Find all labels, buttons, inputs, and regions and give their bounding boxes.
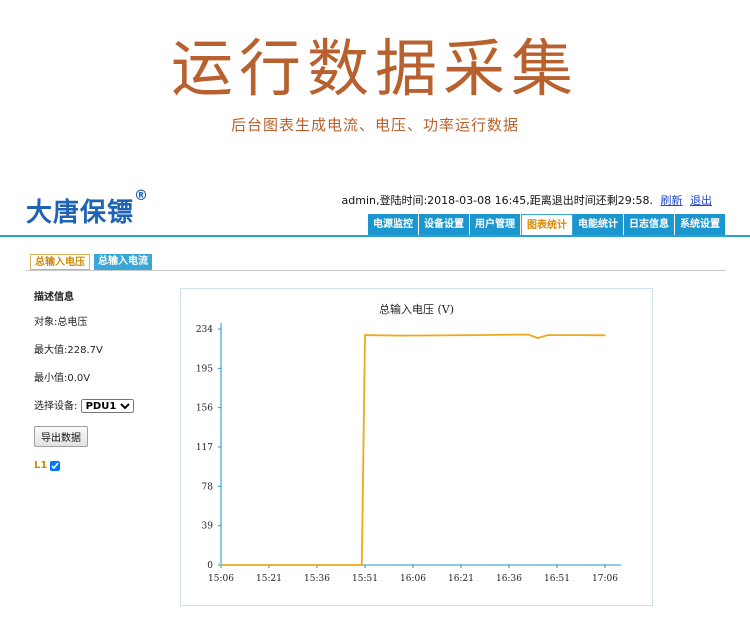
y-tick-label-3: 117: [196, 443, 213, 453]
series-point-0-8: [578, 334, 580, 336]
series-point-0-5: [527, 333, 529, 336]
user-status-bar: admin,登陆时间:2018-03-08 16:45,距离退出时间还剩29:5…: [342, 192, 713, 208]
series-point-0-6: [537, 337, 539, 339]
description-heading: 描述信息: [34, 292, 74, 303]
refresh-link[interactable]: 刷新: [661, 194, 683, 207]
device-select-row: 选择设备: PDU1: [34, 397, 134, 413]
nav-tab-6[interactable]: 系统设置: [675, 214, 726, 235]
main-nav: 电源监控 设备设置 用户管理 图表统计 电能统计 日志信息 系统设置: [368, 214, 726, 235]
y-tick-label-5: 195: [196, 364, 213, 374]
series-point-0-0: [220, 564, 222, 566]
device-select-label: 选择设备:: [34, 401, 78, 412]
brand-logo: 大唐保镖®: [26, 188, 149, 229]
nav-tab-4[interactable]: 电能统计: [573, 214, 624, 235]
x-tick-label-3: 15:51: [352, 574, 378, 584]
legend-label: L1: [34, 460, 48, 471]
x-tick-label-2: 15:36: [304, 574, 330, 584]
x-tick-label-4: 16:06: [400, 574, 426, 584]
logout-link[interactable]: 退出: [690, 194, 712, 207]
series-point-0-9: [604, 334, 606, 336]
x-tick-label-8: 17:06: [592, 574, 618, 584]
y-tick-label-1: 39: [202, 522, 214, 532]
x-tick-label-6: 16:36: [496, 574, 522, 584]
nav-tab-2[interactable]: 用户管理: [470, 214, 521, 235]
description-panel: 描述信息 对象:总电压 最大值:228.7V 最小值:0.0V 选择设备: PD…: [34, 288, 134, 471]
nav-tab-5[interactable]: 日志信息: [624, 214, 675, 235]
x-tick-label-5: 16:21: [448, 574, 474, 584]
export-data-button[interactable]: 导出数据: [34, 426, 88, 447]
series-toggle-checkbox[interactable]: [50, 460, 61, 471]
series-point-0-4: [476, 334, 478, 336]
banner-subtitle: 后台图表生成电流、电压、功率运行数据: [230, 116, 519, 134]
y-tick-label-2: 78: [202, 482, 214, 492]
x-tick-label-0: 15:06: [208, 574, 234, 584]
chart-subtabs: 总输入电压 总输入电流: [30, 254, 156, 270]
nav-divider: [0, 235, 750, 237]
subtab-1[interactable]: 总输入电流: [94, 254, 152, 270]
y-tick-label-0: 0: [207, 561, 213, 571]
subtab-divider: [26, 270, 726, 271]
app-window: 大唐保镖® admin,登陆时间:2018-03-08 16:45,距离退出时间…: [0, 174, 750, 626]
registered-mark: ®: [134, 188, 150, 204]
series-line-0: [221, 333, 606, 566]
subtab-0[interactable]: 总输入电压: [30, 254, 90, 270]
y-tick-label-6: 234: [196, 325, 213, 335]
voltage-chart: 总输入电压 (V) 0 39 78 117 156 195 234 15:06 15:21 15:…: [180, 288, 653, 606]
session-status: admin,登陆时间:2018-03-08 16:45,距离退出时间还剩29:5…: [341, 194, 654, 207]
series-point-0-2: [364, 334, 366, 336]
series-point-0-1: [361, 564, 363, 566]
min-value-info: 最小值:0.0V: [34, 373, 91, 384]
series-point-0-7: [546, 334, 548, 336]
brand-logo-text: 大唐保镖: [26, 198, 135, 228]
series-point-0-3: [399, 334, 401, 337]
x-tick-label-1: 15:21: [256, 574, 282, 584]
series-legend: L1: [34, 460, 134, 471]
device-select[interactable]: PDU1: [80, 399, 134, 413]
y-tick-label-4: 156: [196, 404, 213, 414]
x-tick-label-7: 16:51: [544, 574, 570, 584]
nav-tab-0[interactable]: 电源监控: [368, 214, 419, 235]
nav-tab-1[interactable]: 设备设置: [419, 214, 470, 235]
chart-canvas: 0 39 78 117 156 195 234 15:06 15:21 15:36 15:51 16:…: [196, 323, 621, 584]
object-info: 对象:总电压: [34, 317, 88, 328]
banner-title: 运行数据采集: [170, 32, 579, 105]
max-value-info: 最大值:228.7V: [34, 345, 103, 356]
nav-tab-3[interactable]: 图表统计: [521, 214, 573, 235]
